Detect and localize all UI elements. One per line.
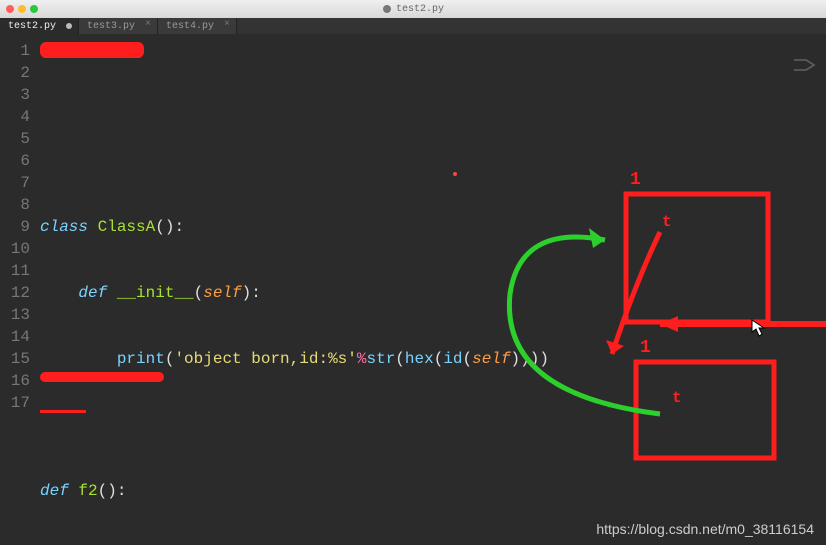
line-number: 2 (0, 62, 36, 84)
line-number: 5 (0, 128, 36, 150)
line-number: 12 (0, 282, 36, 304)
tab-test4[interactable]: test4.py × (158, 18, 237, 34)
class-name: ClassA (98, 218, 156, 236)
window-title-text: test2.py (396, 4, 444, 15)
kw-class: class (40, 218, 88, 236)
close-window-button[interactable] (6, 5, 14, 13)
tab-label: test2.py (8, 21, 56, 32)
call-print: print (117, 350, 165, 368)
close-tab-icon[interactable]: × (224, 19, 230, 30)
line-number: 13 (0, 304, 36, 326)
tab-test2[interactable]: test2.py (0, 18, 79, 34)
fn-f2: f2 (78, 482, 97, 500)
annotation-underline-line17 (40, 410, 86, 413)
line-number: 15 (0, 348, 36, 370)
line-number: 14 (0, 326, 36, 348)
window-titlebar: test2.py (0, 0, 826, 18)
line-number: 4 (0, 106, 36, 128)
maximize-window-button[interactable] (30, 5, 38, 13)
dirty-dot-icon (382, 4, 392, 14)
kw-def: def (40, 482, 69, 500)
line-number: 6 (0, 150, 36, 172)
window-title: test2.py (382, 4, 444, 15)
annotation-redaction-line1 (40, 42, 144, 58)
window-controls (0, 5, 38, 13)
kw-def: def (78, 284, 107, 302)
line-number: 3 (0, 84, 36, 106)
line-number: 11 (0, 260, 36, 282)
fn-init: __init__ (117, 284, 194, 302)
tab-label: test4.py (166, 21, 214, 32)
line-number: 17 (0, 392, 36, 414)
line-number: 10 (0, 238, 36, 260)
param-self: self (203, 284, 241, 302)
line-number: 9 (0, 216, 36, 238)
line-number: 1 (0, 40, 36, 62)
watermark-text: https://blog.csdn.net/m0_38116154 (596, 521, 814, 537)
minimize-window-button[interactable] (18, 5, 26, 13)
annotation-redaction-line16 (40, 372, 164, 382)
string-literal: 'object born,id:%s' (174, 350, 356, 368)
code-area[interactable]: class ClassA(): def __init__(self): prin… (40, 34, 826, 545)
close-tab-icon[interactable]: × (145, 19, 151, 30)
code-editor[interactable]: 1 2 3 4 5 6 7 8 9 10 11 12 13 14 15 16 1… (0, 34, 826, 545)
line-number: 7 (0, 172, 36, 194)
line-number-gutter: 1 2 3 4 5 6 7 8 9 10 11 12 13 14 15 16 1… (0, 34, 36, 414)
line-number: 8 (0, 194, 36, 216)
line-number: 16 (0, 370, 36, 392)
minimap-icon (792, 58, 816, 72)
tab-test3[interactable]: test3.py × (79, 18, 158, 34)
tab-label: test3.py (87, 21, 135, 32)
tab-bar: test2.py test3.py × test4.py × (0, 18, 826, 34)
